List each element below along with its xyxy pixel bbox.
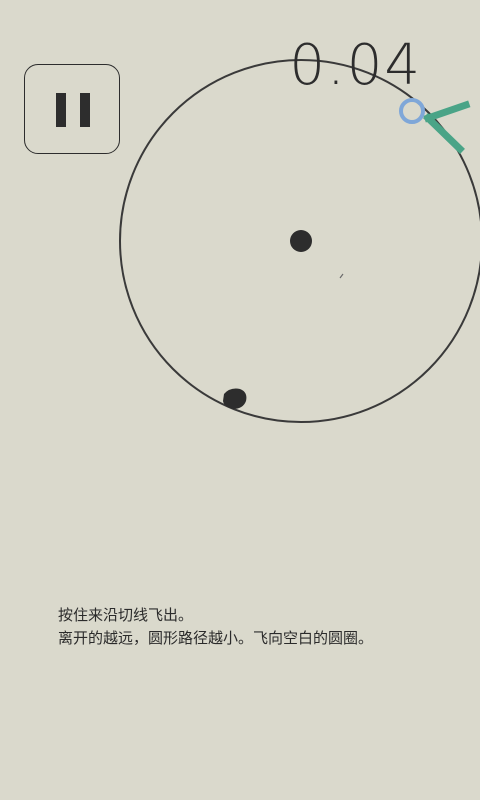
pause-bar-right: [80, 93, 90, 127]
pause-bar-left: [56, 93, 66, 127]
orbit-center-dot: [290, 230, 312, 252]
instructions: 按住来沿切线飞出。 离开的越远，圆形路径越小。飞向空白的圆圈。: [58, 604, 458, 650]
instruction-line-1: 按住来沿切线飞出。: [58, 606, 194, 624]
target-arrow-icon: [423, 100, 471, 154]
player-blob: [223, 388, 247, 409]
game-area[interactable]: 0.04 按住来沿切线飞出。 离开的越远，圆形路径越小。飞向空白的圆圈。: [0, 0, 480, 800]
speck-mark: [339, 273, 344, 279]
score-display: 0.04: [289, 33, 422, 98]
target-circle[interactable]: [399, 98, 425, 124]
pause-button[interactable]: [24, 64, 120, 154]
instruction-line-2: 离开的越远，圆形路径越小。飞向空白的圆圈。: [58, 629, 374, 647]
